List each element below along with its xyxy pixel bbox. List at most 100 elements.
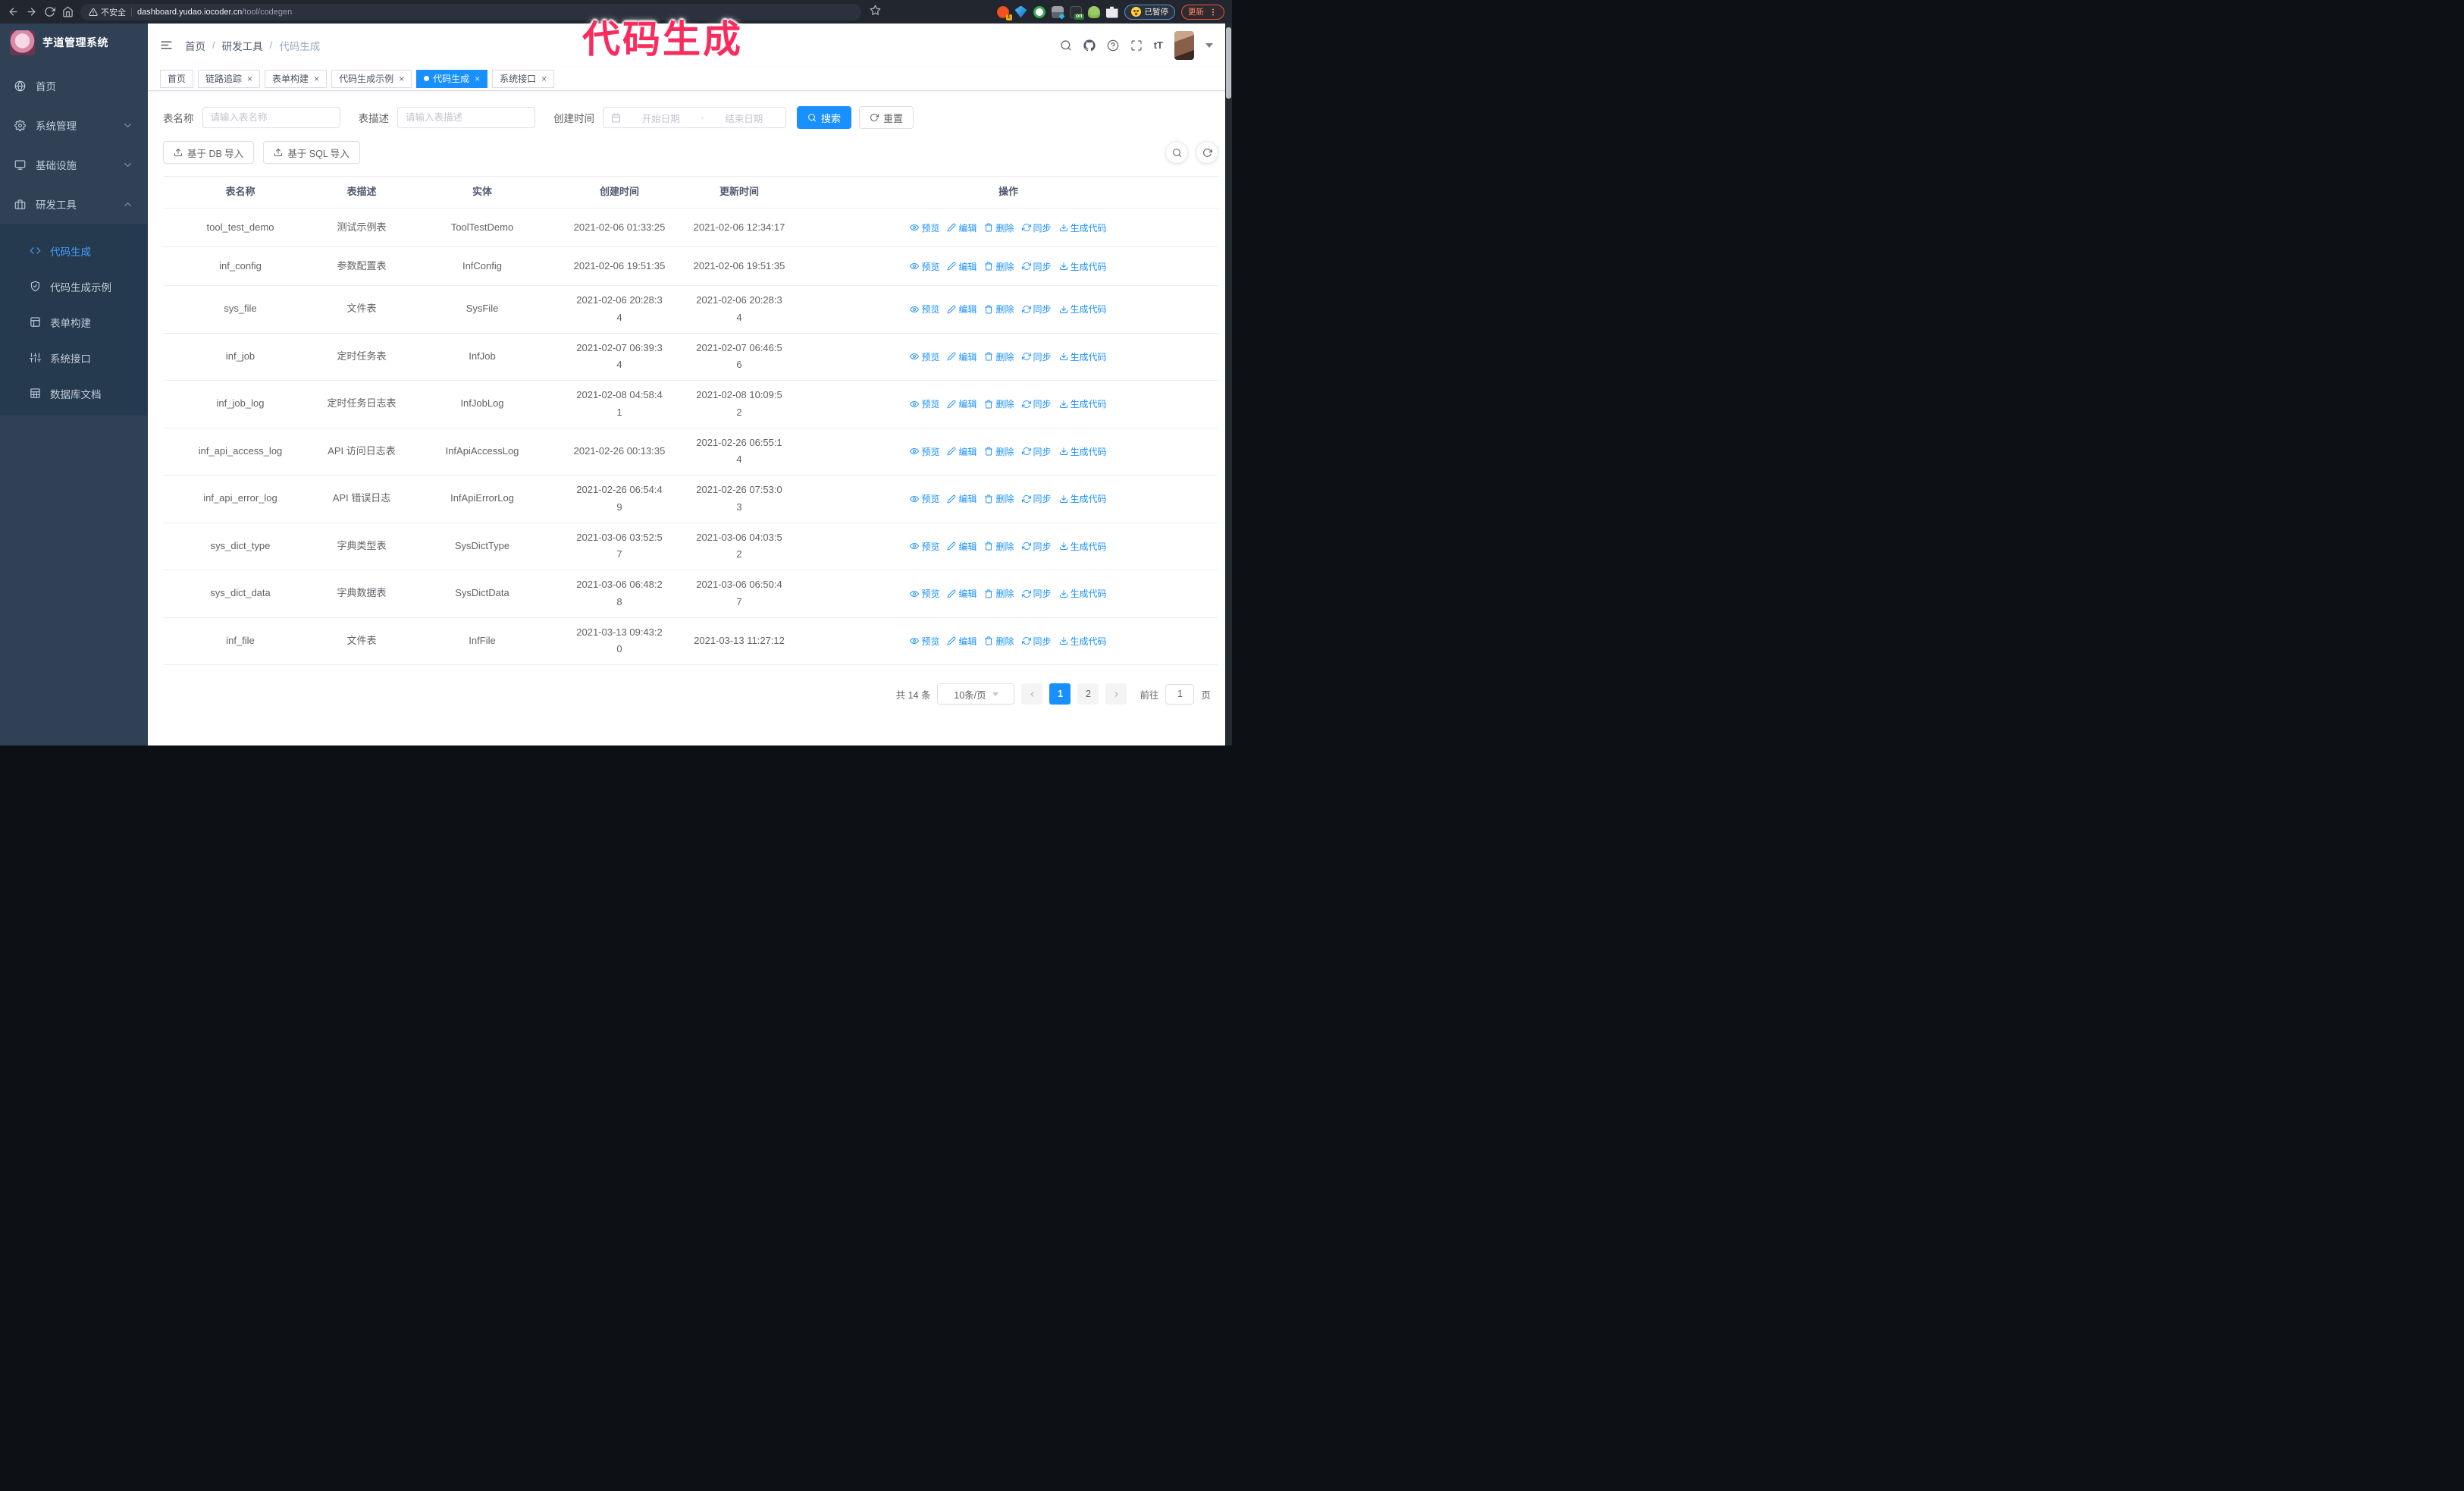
action-生成代码[interactable]: 生成代码: [1059, 397, 1107, 410]
action-预览[interactable]: 预览: [910, 445, 939, 458]
action-编辑[interactable]: 编辑: [947, 260, 977, 273]
action-编辑[interactable]: 编辑: [947, 221, 977, 234]
action-同步[interactable]: 同步: [1022, 397, 1052, 410]
action-生成代码[interactable]: 生成代码: [1059, 445, 1107, 458]
action-删除[interactable]: 删除: [984, 260, 1014, 273]
action-编辑[interactable]: 编辑: [947, 587, 977, 600]
tab-代码生成示例[interactable]: 代码生成示例 ×: [331, 69, 412, 88]
action-生成代码[interactable]: 生成代码: [1059, 540, 1107, 553]
action-预览[interactable]: 预览: [910, 540, 939, 553]
action-生成代码[interactable]: 生成代码: [1059, 350, 1107, 363]
action-预览[interactable]: 预览: [910, 492, 939, 505]
action-删除[interactable]: 删除: [984, 397, 1014, 410]
action-删除[interactable]: 删除: [984, 445, 1014, 458]
action-删除[interactable]: 删除: [984, 303, 1014, 315]
date-range-picker[interactable]: 开始日期 - 结束日期: [603, 107, 786, 128]
browser-update-button[interactable]: 更新: [1181, 4, 1224, 20]
close-tab-icon[interactable]: ×: [399, 74, 404, 83]
help-icon[interactable]: [1107, 39, 1119, 52]
tab-系统接口[interactable]: 系统接口 ×: [492, 69, 555, 88]
action-同步[interactable]: 同步: [1022, 587, 1052, 600]
action-预览[interactable]: 预览: [910, 221, 939, 234]
action-同步[interactable]: 同步: [1022, 540, 1052, 553]
next-page-button[interactable]: [1105, 683, 1127, 705]
sidebar-subitem-系统接口[interactable]: 系统接口: [0, 340, 148, 375]
page-button-1[interactable]: 1: [1049, 683, 1071, 705]
browser-reload-button[interactable]: [44, 6, 55, 17]
date-start-placeholder[interactable]: 开始日期: [627, 111, 694, 125]
action-删除[interactable]: 删除: [984, 635, 1014, 648]
action-同步[interactable]: 同步: [1022, 303, 1052, 315]
fullscreen-icon[interactable]: [1130, 39, 1143, 52]
search-button[interactable]: 搜索: [797, 106, 852, 129]
action-生成代码[interactable]: 生成代码: [1059, 303, 1107, 315]
action-删除[interactable]: 删除: [984, 587, 1014, 600]
action-预览[interactable]: 预览: [910, 303, 939, 315]
sidebar-item-研发工具[interactable]: 研发工具: [0, 184, 148, 224]
action-编辑[interactable]: 编辑: [947, 397, 977, 410]
close-tab-icon[interactable]: ×: [314, 74, 319, 83]
action-同步[interactable]: 同步: [1022, 221, 1052, 234]
action-预览[interactable]: 预览: [910, 587, 939, 600]
browser-forward-button[interactable]: [26, 6, 37, 17]
sidebar-subitem-表单构建[interactable]: 表单构建: [0, 304, 148, 340]
action-预览[interactable]: 预览: [910, 350, 939, 363]
browser-home-button[interactable]: [62, 6, 74, 17]
font-size-icon[interactable]: tT: [1154, 39, 1163, 51]
action-预览[interactable]: 预览: [910, 397, 939, 410]
close-tab-icon[interactable]: ×: [247, 74, 252, 83]
action-删除[interactable]: 删除: [984, 221, 1014, 234]
address-bar[interactable]: 不安全 dashboard.yudao.iocoder.cn/tool/code…: [80, 3, 861, 20]
action-同步[interactable]: 同步: [1022, 445, 1052, 458]
github-icon[interactable]: [1083, 39, 1096, 52]
page-size-select[interactable]: 10条/页: [937, 683, 1015, 705]
action-删除[interactable]: 删除: [984, 492, 1014, 505]
puzzle-extension-icon[interactable]: [1105, 6, 1118, 18]
action-编辑[interactable]: 编辑: [947, 635, 977, 648]
check-extension-icon[interactable]: [1033, 5, 1045, 18]
action-同步[interactable]: 同步: [1022, 350, 1052, 363]
user-menu-caret-icon[interactable]: [1205, 42, 1213, 52]
user-avatar[interactable]: [1174, 30, 1194, 60]
date-end-placeholder[interactable]: 结束日期: [710, 111, 778, 125]
action-生成代码[interactable]: 生成代码: [1059, 221, 1107, 234]
sidebar-toggle-button[interactable]: [160, 39, 173, 52]
toggle-search-button[interactable]: [1165, 141, 1188, 164]
not-secure-indicator[interactable]: 不安全: [89, 6, 126, 18]
sidebar-item-基础设施[interactable]: 基础设施: [0, 145, 148, 184]
grid-extension-icon[interactable]: [1051, 5, 1065, 20]
page-button-2[interactable]: 2: [1077, 683, 1099, 705]
action-同步[interactable]: 同步: [1022, 492, 1052, 505]
search-icon[interactable]: [1060, 39, 1072, 52]
tab-代码生成[interactable]: 代码生成 ×: [416, 69, 488, 88]
action-生成代码[interactable]: 生成代码: [1059, 635, 1107, 648]
action-删除[interactable]: 删除: [984, 540, 1014, 553]
action-预览[interactable]: 预览: [910, 260, 939, 273]
action-删除[interactable]: 删除: [984, 350, 1014, 363]
browser-back-button[interactable]: [8, 6, 19, 17]
bookmark-star-icon[interactable]: [870, 5, 881, 20]
action-同步[interactable]: 同步: [1022, 635, 1052, 648]
profile-paused-chip[interactable]: 已暂停: [1124, 4, 1175, 20]
page-scrollbar[interactable]: [1225, 24, 1232, 746]
close-tab-icon[interactable]: ×: [475, 74, 480, 83]
action-编辑[interactable]: 编辑: [947, 492, 977, 505]
breadcrumb-item[interactable]: 代码生成: [279, 38, 320, 53]
sidebar-subitem-代码生成[interactable]: 代码生成: [0, 233, 148, 268]
switch-extension-icon[interactable]: on: [1069, 5, 1084, 20]
kebab-menu-icon[interactable]: [1208, 8, 1218, 17]
reset-button[interactable]: 重置: [859, 106, 914, 129]
prev-page-button[interactable]: [1021, 683, 1043, 705]
extension-icon[interactable]: 1: [996, 5, 1012, 20]
action-预览[interactable]: 预览: [910, 635, 939, 648]
gem-extension-icon[interactable]: [1014, 5, 1027, 18]
robot-extension-icon[interactable]: [1087, 5, 1100, 18]
close-tab-icon[interactable]: ×: [541, 74, 547, 83]
tab-链路追踪[interactable]: 链路追踪 ×: [198, 69, 261, 88]
tab-首页[interactable]: 首页: [160, 69, 194, 88]
action-同步[interactable]: 同步: [1022, 260, 1052, 273]
action-编辑[interactable]: 编辑: [947, 540, 977, 553]
sidebar-item-系统管理[interactable]: 系统管理: [0, 105, 148, 145]
import-db-button[interactable]: 基于 DB 导入: [163, 141, 255, 164]
scrollbar-thumb[interactable]: [1226, 27, 1231, 99]
